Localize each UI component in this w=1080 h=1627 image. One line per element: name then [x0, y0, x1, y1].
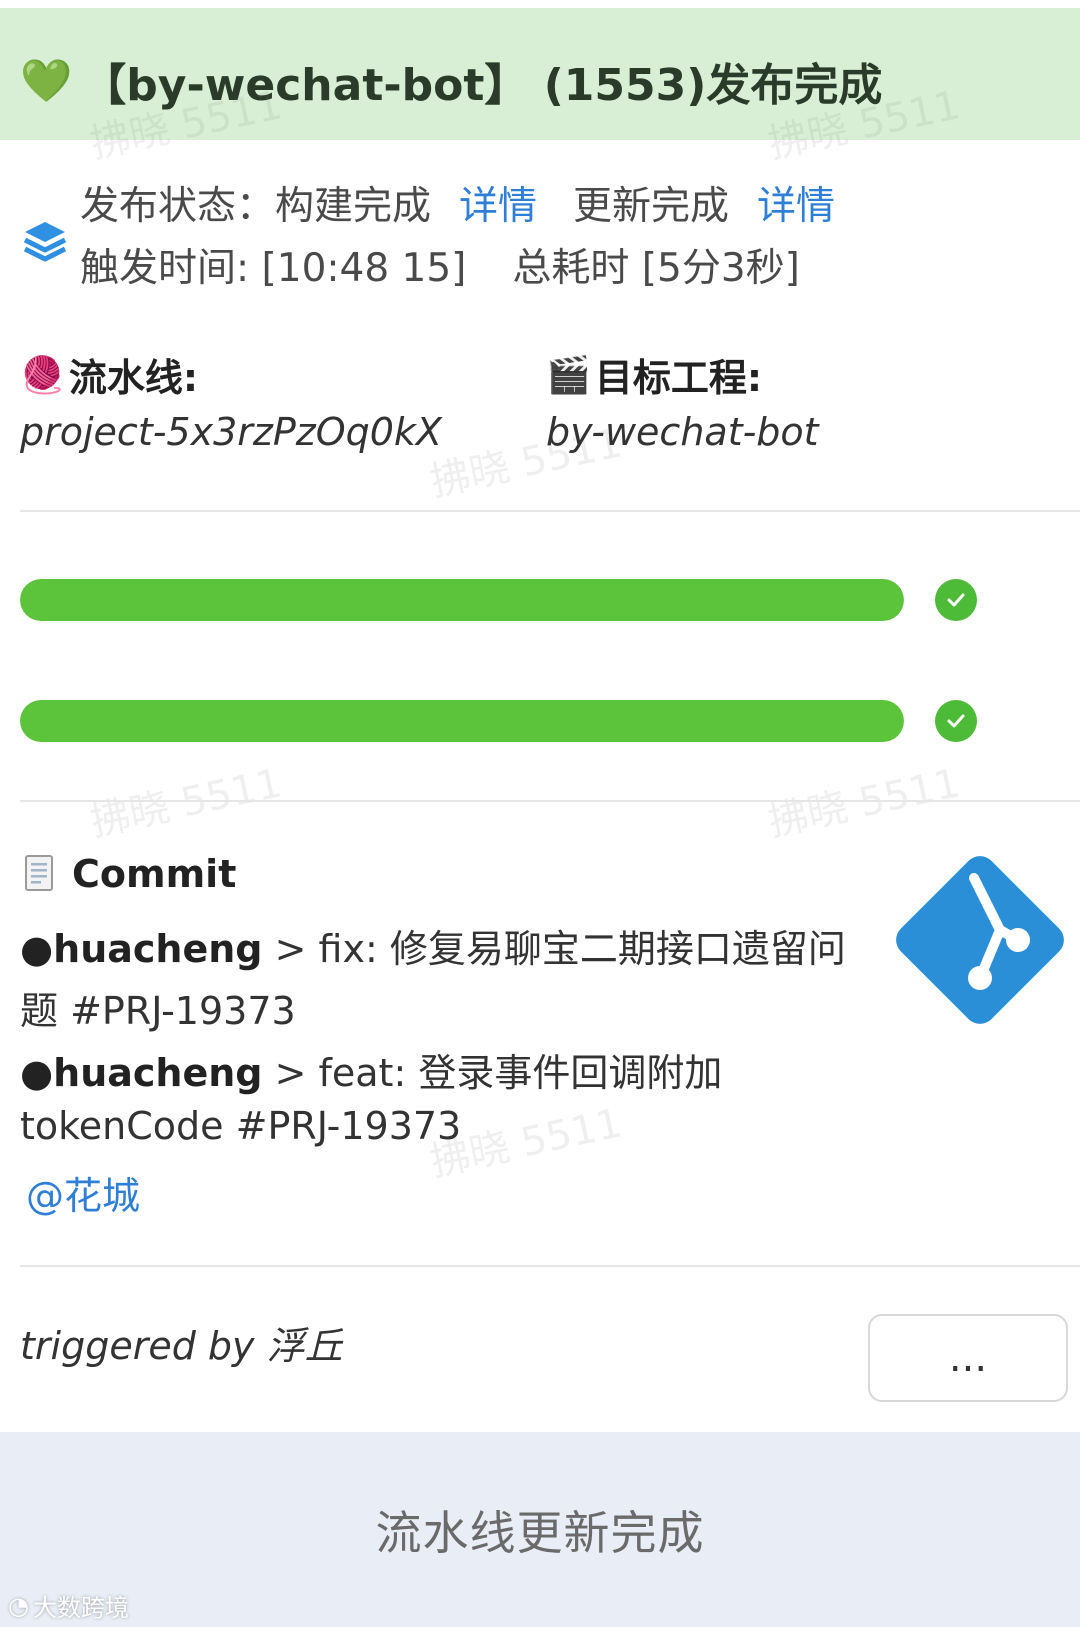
pipeline-update-button[interactable]: 流水线更新完成: [376, 1497, 705, 1563]
pipeline-label: 🧶 流水线:: [20, 347, 198, 402]
document-icon: [25, 855, 53, 891]
commit-entry-1-line2: 题 #PRJ-19373: [20, 989, 296, 1033]
commit-title: Commit: [72, 852, 237, 896]
git-logo-icon: [896, 856, 1064, 1024]
divider: [20, 1265, 1080, 1267]
commit-entry-2-line2: tokenCode #PRJ-19373: [20, 1104, 462, 1148]
check-circle-icon: [935, 700, 977, 742]
progress-fill: [20, 700, 904, 742]
layers-icon: [23, 222, 67, 262]
pipeline-value: project-5x3rzPzOq0kX: [20, 410, 442, 454]
update-detail-link[interactable]: 详情: [757, 175, 835, 231]
commit-heading: Commit: [20, 852, 236, 896]
publish-status-label: 发布状态：构建完成: [80, 184, 432, 229]
update-status-label: 更新完成: [573, 184, 730, 229]
brand-watermark: ◔ 大数跨境: [8, 1588, 129, 1623]
progress-bar-build: [20, 579, 904, 621]
watermark: 拂晓 5511: [86, 760, 287, 846]
clapper-board-icon: 🎬: [546, 354, 591, 396]
card-title-text: 【by-wechat-bot】 (1553)发布完成: [82, 60, 883, 111]
pipeline-label-text: 流水线:: [68, 356, 199, 400]
publish-detail-link[interactable]: 详情: [459, 175, 537, 231]
timing-row: 触发时间: [10:48 15] 总耗时 [5分3秒]: [80, 240, 800, 291]
divider: [20, 510, 1080, 512]
progress-bar-update: [20, 700, 904, 742]
commit-entry-1-line1: ●huacheng > fix: 修复易聊宝二期接口遗留问: [20, 918, 846, 973]
brand-logo-icon: ◔: [8, 1591, 29, 1620]
progress-fill: [20, 579, 904, 621]
commit-entry-2-line1: ●huacheng > feat: 登录事件回调附加: [20, 1042, 722, 1097]
card-header: 💚 【by-wechat-bot】 (1553)发布完成: [0, 8, 1080, 140]
target-label-text: 目标工程:: [594, 356, 763, 400]
target-value: by-wechat-bot: [546, 410, 819, 454]
commit-message: > feat: 登录事件回调附加: [262, 1051, 723, 1095]
duration-label: 总耗时 [5分3秒]: [512, 246, 800, 291]
divider: [20, 800, 1080, 802]
more-button[interactable]: ...: [868, 1314, 1068, 1402]
yarn-icon: 🧶: [20, 354, 65, 396]
trigger-time-label: 触发时间: [10:48 15]: [80, 246, 467, 291]
triggered-by-text: triggered by 浮丘: [20, 1324, 343, 1368]
message-card: 💚 【by-wechat-bot】 (1553)发布完成 拂晓 5511 拂晓 …: [0, 0, 1080, 1627]
target-label: 🎬 目标工程:: [546, 347, 762, 402]
card-title: 💚 【by-wechat-bot】 (1553)发布完成: [20, 46, 882, 116]
card-footer: 流水线更新完成: [0, 1432, 1080, 1627]
mention-link[interactable]: @花城: [26, 1165, 140, 1220]
commit-author: ●huacheng: [20, 927, 263, 971]
green-heart-icon: 💚: [20, 56, 73, 105]
commit-message: > fix: 修复易聊宝二期接口遗留问: [262, 927, 846, 971]
publish-status-row: 发布状态：构建完成 详情 更新完成 详情: [80, 175, 835, 231]
commit-author: ●huacheng: [20, 1051, 263, 1095]
check-circle-icon: [935, 579, 977, 621]
watermark: 拂晓 5511: [764, 760, 965, 846]
brand-text: 大数跨境: [32, 1594, 129, 1622]
